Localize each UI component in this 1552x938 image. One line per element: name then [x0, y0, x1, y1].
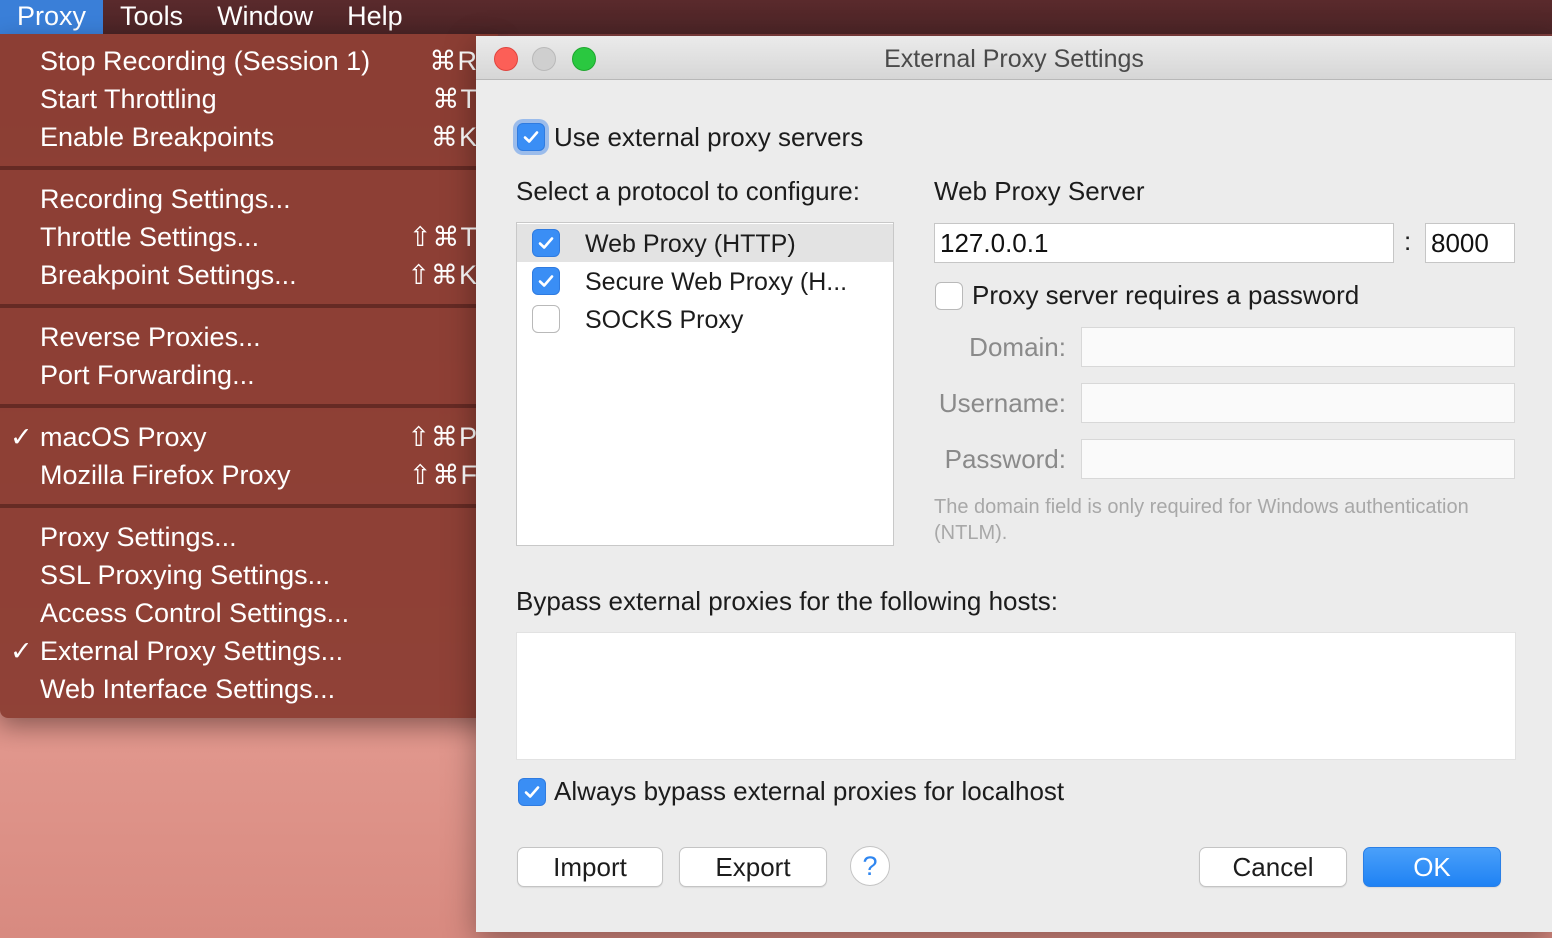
protocol-https-checkbox[interactable] [532, 267, 560, 295]
menu-item-start-throttling[interactable]: Start Throttling ⌘T [0, 80, 498, 118]
help-button[interactable]: ? [850, 846, 890, 886]
menu-item-shortcut: ⇧⌘F [408, 460, 478, 490]
protocol-row-http[interactable]: Web Proxy (HTTP) [517, 224, 893, 262]
password-field[interactable] [1081, 439, 1515, 479]
protocol-http-label: Web Proxy (HTTP) [585, 230, 796, 258]
menu-window[interactable]: Window [200, 0, 330, 34]
menu-proxy[interactable]: Proxy [0, 0, 104, 34]
checkmark-icon [538, 237, 554, 249]
proxy-host-input[interactable]: 127.0.0.1 [934, 223, 1394, 263]
menu-item-label: Breakpoint Settings... [40, 260, 297, 290]
username-label: Username: [938, 388, 1066, 418]
protocol-row-socks[interactable]: SOCKS Proxy [517, 300, 893, 338]
menu-help[interactable]: Help [330, 0, 420, 34]
checkmark-icon: ✓ [10, 636, 33, 666]
menu-separator [0, 304, 498, 308]
menu-item-label: Web Interface Settings... [40, 674, 336, 704]
protocol-heading: Select a protocol to configure: [516, 176, 860, 206]
checkmark-icon: ✓ [10, 422, 33, 452]
export-button[interactable]: Export [679, 847, 827, 887]
menu-item-label: Recording Settings... [40, 184, 291, 214]
protocol-socks-label: SOCKS Proxy [585, 306, 744, 334]
external-proxy-settings-dialog: External Proxy Settings Use external pro… [476, 36, 1552, 932]
username-field[interactable] [1081, 383, 1515, 423]
menu-item-shortcut: ⌘K [430, 122, 478, 152]
menu-item-access-control-settings[interactable]: Access Control Settings... [0, 594, 498, 632]
menu-item-label: Enable Breakpoints [40, 122, 275, 152]
menu-item-label: SSL Proxying Settings... [40, 560, 331, 590]
menu-item-port-forwarding[interactable]: Port Forwarding... [0, 356, 498, 394]
menu-item-label: Reverse Proxies... [40, 322, 261, 352]
ntlm-note: The domain field is only required for Wi… [934, 496, 1469, 544]
use-external-proxy-label: Use external proxy servers [554, 122, 864, 152]
window-title: External Proxy Settings [884, 45, 1144, 73]
menu-item-external-proxy-settings[interactable]: ✓ External Proxy Settings... [0, 632, 498, 670]
menu-item-enable-breakpoints[interactable]: Enable Breakpoints ⌘K [0, 118, 498, 156]
menu-item-throttle-settings[interactable]: Throttle Settings... ⇧⌘T [0, 218, 498, 256]
menu-item-label: Access Control Settings... [40, 598, 350, 628]
menu-item-shortcut: ⌘T [432, 84, 478, 114]
use-external-proxy-checkbox[interactable] [517, 123, 545, 151]
menu-item-shortcut: ⇧⌘T [408, 222, 478, 252]
menu-item-web-interface-settings[interactable]: Web Interface Settings... [0, 670, 498, 708]
menu-item-label: Stop Recording (Session 1) [40, 46, 371, 76]
menu-item-shortcut: ⇧⌘K [407, 260, 478, 290]
menu-tools[interactable]: Tools [103, 0, 200, 34]
checkmark-icon [524, 786, 540, 798]
import-button[interactable]: Import [517, 847, 663, 887]
protocol-list[interactable]: Web Proxy (HTTP) Secure Web Proxy (H... … [516, 222, 894, 546]
menu-item-mozilla-firefox-proxy[interactable]: Mozilla Firefox Proxy ⇧⌘F [0, 456, 498, 494]
protocol-https-label: Secure Web Proxy (H... [585, 268, 848, 296]
bypass-heading: Bypass external proxies for the followin… [516, 586, 1058, 616]
requires-password-label: Proxy server requires a password [972, 280, 1360, 310]
server-heading: Web Proxy Server [934, 176, 1145, 206]
menu-separator [0, 166, 498, 170]
menu-item-recording-settings[interactable]: Recording Settings... [0, 180, 498, 218]
password-label: Password: [944, 444, 1066, 474]
proxy-port-input[interactable]: 8000 [1425, 223, 1515, 263]
menu-item-shortcut: ⌘R [429, 46, 478, 76]
cancel-button[interactable]: Cancel [1199, 847, 1347, 887]
menu-item-label: Port Forwarding... [40, 360, 255, 390]
menu-separator [0, 404, 498, 408]
domain-label: Domain: [969, 332, 1066, 362]
menu-item-label: Mozilla Firefox Proxy [40, 460, 291, 490]
menu-item-macos-proxy[interactable]: ✓ macOS Proxy ⇧⌘P [0, 418, 498, 456]
menu-item-label: Start Throttling [40, 84, 217, 114]
protocol-socks-checkbox[interactable] [532, 305, 560, 333]
menu-bar: Proxy Tools Window Help [0, 0, 1552, 34]
title-bar: External Proxy Settings [476, 36, 1552, 80]
menu-item-label: Throttle Settings... [40, 222, 260, 252]
checkmark-icon [538, 275, 554, 287]
ok-button[interactable]: OK [1363, 847, 1501, 887]
port-separator: : [1404, 226, 1412, 256]
menu-item-label: External Proxy Settings... [40, 636, 344, 666]
domain-field[interactable] [1081, 327, 1515, 367]
menu-item-label: macOS Proxy [40, 422, 207, 452]
menu-item-label: Proxy Settings... [40, 522, 237, 552]
menu-separator [0, 504, 498, 508]
always-bypass-localhost-checkbox[interactable] [518, 778, 546, 806]
checkmark-icon [523, 131, 539, 143]
bypass-hosts-textarea[interactable] [516, 632, 1516, 760]
menu-item-shortcut: ⇧⌘P [407, 422, 478, 452]
always-bypass-localhost-label: Always bypass external proxies for local… [554, 776, 1065, 806]
menu-item-stop-recording-session-1[interactable]: Stop Recording (Session 1) ⌘R [0, 42, 498, 80]
requires-password-checkbox[interactable] [935, 282, 963, 310]
protocol-row-https[interactable]: Secure Web Proxy (H... [517, 262, 893, 300]
menu-item-reverse-proxies[interactable]: Reverse Proxies... [0, 318, 498, 356]
menu-item-ssl-proxying-settings[interactable]: SSL Proxying Settings... [0, 556, 498, 594]
menu-item-breakpoint-settings[interactable]: Breakpoint Settings... ⇧⌘K [0, 256, 498, 294]
proxy-dropdown-menu: Stop Recording (Session 1) ⌘R Start Thrott… [0, 34, 498, 718]
menu-item-proxy-settings[interactable]: Proxy Settings... [0, 518, 498, 556]
protocol-http-checkbox[interactable] [532, 229, 560, 257]
